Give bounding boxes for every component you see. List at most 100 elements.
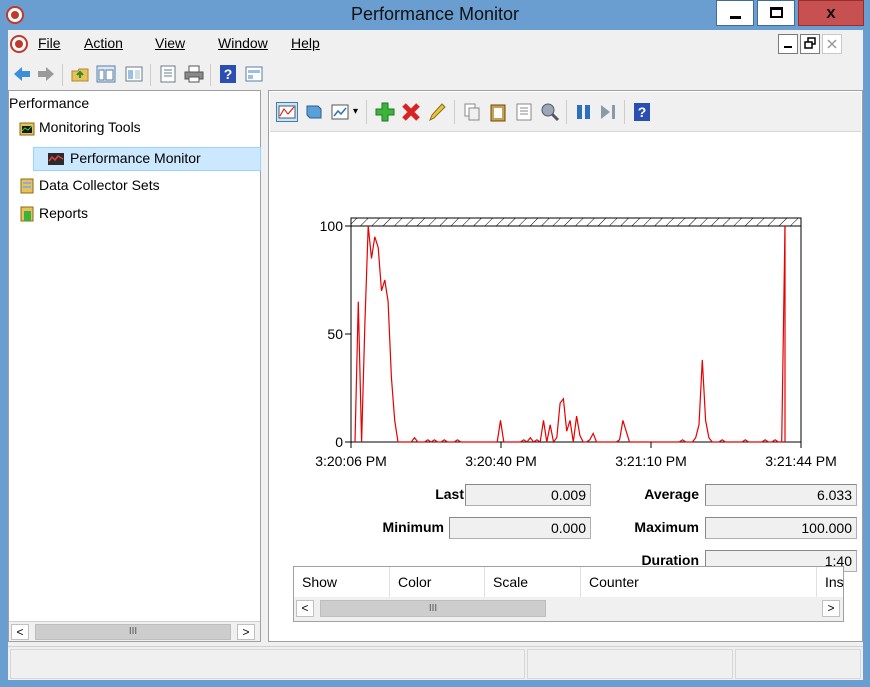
scroll-thumb[interactable]: III (35, 624, 231, 640)
menu-action-label: Action (84, 35, 123, 51)
performance-graph[interactable]: 100500 3:20:06 PM 3:20:40 PM 3:21:10 PM 3:2… (269, 136, 864, 471)
column-scale[interactable]: Scale (485, 567, 581, 597)
maximum-value: 100.000 (705, 517, 857, 539)
scroll-left-icon[interactable]: < (296, 600, 314, 617)
copy-properties-icon[interactable] (462, 102, 482, 122)
maximize-icon (770, 7, 783, 18)
close-button[interactable]: x (798, 0, 864, 26)
zoom-icon[interactable] (540, 102, 560, 122)
print-icon[interactable] (184, 65, 204, 83)
tree-item-performance-monitor-label: Performance Monitor (70, 150, 201, 166)
status-cell (527, 649, 733, 679)
average-label: Average (644, 486, 699, 502)
mdi-minimize-button[interactable] (778, 34, 798, 54)
graph-frame (350, 217, 802, 443)
toolbar-separator (366, 100, 367, 124)
y-tick-label: 0 (335, 434, 343, 450)
properties-icon[interactable] (244, 65, 264, 83)
status-cell (735, 649, 861, 679)
menu-action[interactable]: Action (84, 35, 123, 51)
toolbar-separator (454, 100, 455, 124)
toolbar-separator (62, 64, 63, 86)
x-tick-label: 3:20:40 PM (465, 453, 537, 469)
menu-file-label: File (38, 35, 61, 51)
scroll-right-icon[interactable]: > (237, 624, 255, 640)
column-instance[interactable]: Inst (817, 567, 844, 597)
y-tick-label: 50 (327, 326, 343, 342)
scroll-right-icon[interactable]: > (822, 600, 840, 617)
back-arrow-icon[interactable] (12, 65, 32, 83)
svg-text:?: ? (224, 66, 233, 82)
mdi-restore-button[interactable] (800, 34, 820, 54)
monitoring-tools-icon (19, 122, 35, 136)
menu-bar: File Action View Window Help (8, 30, 863, 58)
reports-icon (20, 206, 34, 222)
scroll-left-icon[interactable]: < (11, 624, 29, 640)
maximum-label: Maximum (634, 519, 699, 535)
highlight-icon[interactable] (426, 101, 448, 123)
system-menu-icon[interactable] (10, 35, 28, 53)
last-value: 0.009 (465, 484, 591, 506)
add-counter-icon[interactable] (374, 101, 396, 123)
up-folder-icon[interactable] (70, 65, 90, 83)
export-list-icon[interactable] (158, 65, 178, 83)
show-hide-tree-icon[interactable] (96, 65, 116, 83)
minimum-value: 0.000 (449, 517, 591, 539)
plot-frame (350, 225, 802, 443)
performance-monitor-icon (48, 153, 64, 165)
scroll-thumb[interactable]: III (320, 600, 546, 617)
change-graph-type-icon[interactable] (330, 102, 350, 122)
menu-help[interactable]: Help (291, 35, 320, 51)
paste-counter-list-icon[interactable] (488, 102, 508, 122)
view-current-activity-icon[interactable] (276, 102, 298, 122)
column-counter[interactable]: Counter (581, 567, 817, 597)
help-icon[interactable]: ? (632, 102, 652, 122)
toolbar-separator (566, 100, 567, 124)
tree-item-monitoring-tools[interactable]: Monitoring Tools (39, 119, 141, 135)
help-icon[interactable]: ? (218, 65, 238, 83)
view-icon[interactable] (124, 65, 144, 83)
y-tick-label: 100 (320, 218, 344, 234)
counter-list-horizontal-scrollbar[interactable]: < III > (294, 597, 843, 621)
minimize-button[interactable] (716, 0, 754, 26)
menu-view-label: View (155, 35, 186, 51)
properties-icon[interactable] (514, 102, 534, 122)
status-cell (10, 649, 525, 679)
counter-list[interactable]: Show Color Scale Counter Inst < III > (293, 566, 844, 622)
x-tick-label: 3:21:44 PM (765, 453, 837, 469)
delete-counter-icon[interactable] (400, 101, 422, 123)
tree-horizontal-scrollbar[interactable]: < III > (9, 621, 260, 641)
mdi-close-icon (827, 39, 837, 49)
toolbar-separator (150, 64, 151, 86)
restore-icon (804, 37, 816, 49)
column-show[interactable]: Show (294, 567, 390, 597)
scale-overflow-band (350, 217, 802, 227)
y-axis-ticks: 100 50 0 (320, 218, 351, 450)
forward-arrow-icon[interactable] (36, 65, 56, 83)
tree-item-reports[interactable]: Reports (39, 205, 88, 221)
navigation-tree: Performance Monitoring Tools Performance… (8, 90, 261, 642)
view-log-data-icon[interactable] (304, 102, 324, 122)
minimum-label: Minimum (382, 519, 444, 535)
menu-window-label: Window (218, 35, 268, 51)
tree-item-performance[interactable]: Performance (9, 95, 89, 111)
average-value: 6.033 (705, 484, 857, 506)
maximize-button[interactable] (757, 0, 795, 26)
menu-help-label: Help (291, 35, 320, 51)
performance-monitor-view: ▾ ? 100 50 0 3:20:06 PM 3:20:40 PM 3:21:… (268, 90, 863, 642)
menu-file[interactable]: File (38, 35, 61, 51)
column-color[interactable]: Color (390, 567, 485, 597)
update-data-icon[interactable] (598, 102, 618, 122)
freeze-display-icon[interactable] (574, 102, 594, 122)
menu-view[interactable]: View (155, 35, 185, 51)
graph-type-dropdown-icon[interactable]: ▾ (353, 106, 358, 117)
menu-window[interactable]: Window (218, 35, 268, 51)
client-area: File Action View Window Help ? Performan… (8, 30, 863, 680)
close-icon: x (826, 3, 836, 22)
toolbar-separator (210, 64, 211, 86)
tree-item-data-collector-sets[interactable]: Data Collector Sets (39, 177, 160, 193)
mdi-close-button[interactable] (822, 34, 842, 54)
tree-item-performance-monitor[interactable]: Performance Monitor (33, 147, 261, 171)
status-bar (8, 646, 863, 680)
title-bar[interactable]: Performance Monitor x (0, 0, 870, 30)
